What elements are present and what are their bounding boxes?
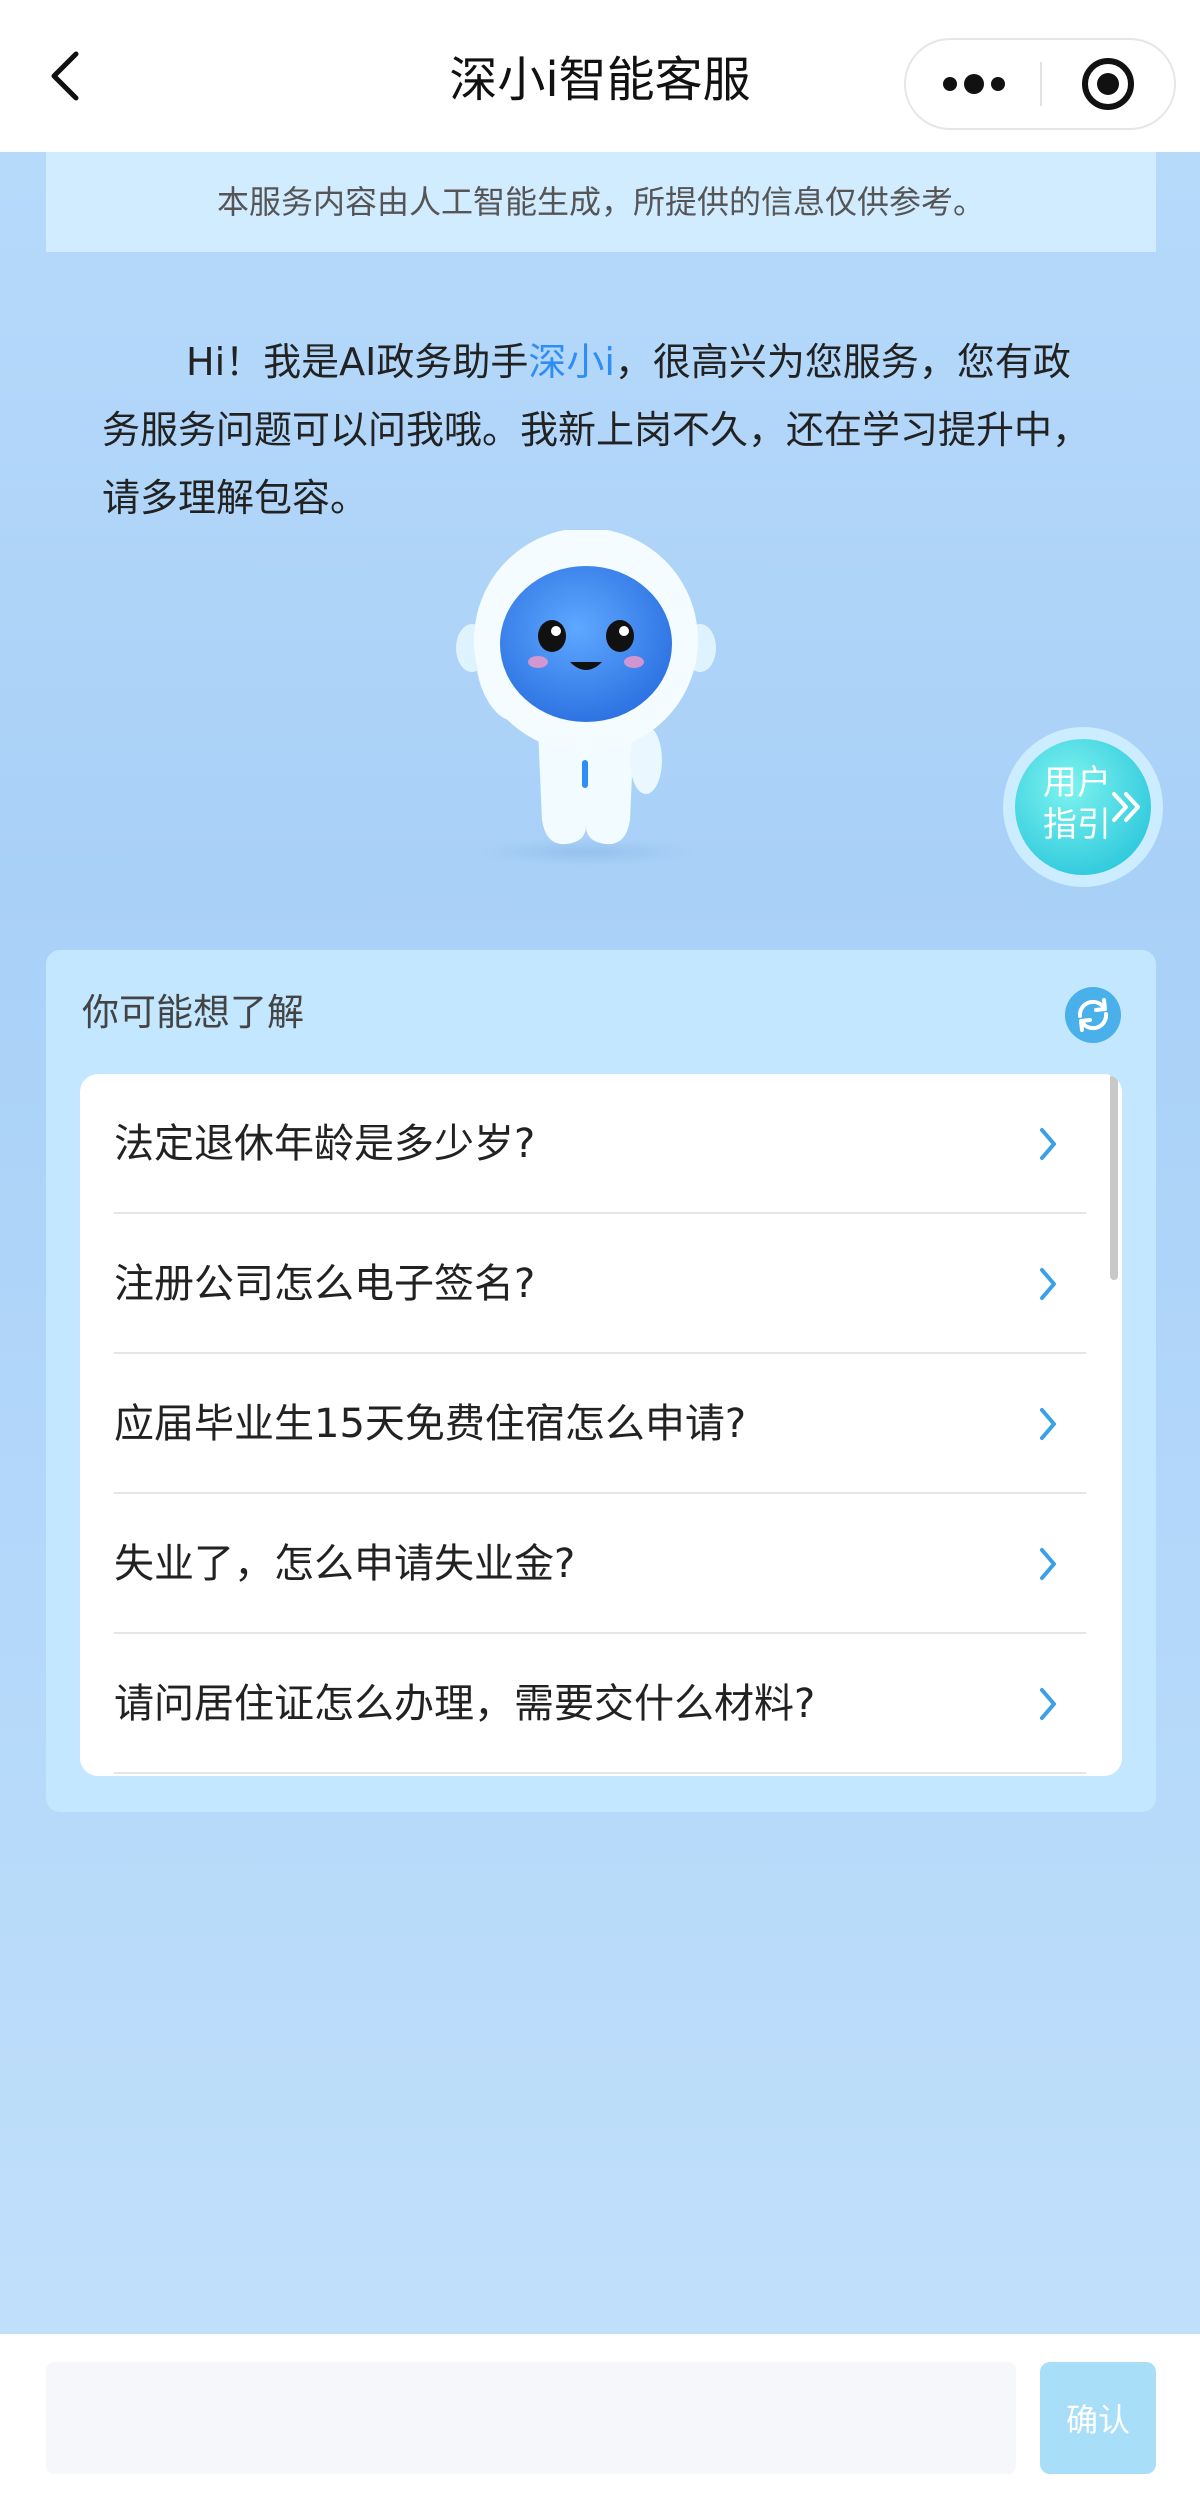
suggestion-text: 应届毕业生15天免费住宿怎么申请? [114,1401,747,1447]
suggestions-card: 你可能想了解 法定退休年龄是多少岁? 注册公司怎么电子签名? 应届毕业生15天免… [46,950,1156,1812]
suggestion-text: 法定退休年龄是多少岁? [114,1121,536,1167]
ai-disclaimer-banner: 本服务内容由人工智能生成，所提供的信息仅供参考。 [46,152,1156,252]
chevron-right-icon [1040,1688,1056,1720]
chevron-right-icon [1040,1408,1056,1440]
suggestion-list: 法定退休年龄是多少岁? 注册公司怎么电子签名? 应届毕业生15天免费住宿怎么申请… [80,1074,1122,1776]
suggestion-item[interactable]: 失业了，怎么申请失业金? [114,1494,1086,1634]
suggestion-text: 请问居住证怎么办理，需要交什么材料? [114,1681,816,1727]
user-guide-label: 用户指引 [1043,763,1111,845]
assistant-name: 深小i [528,340,615,384]
close-target-icon[interactable] [1042,40,1176,128]
more-dots-icon[interactable] [906,40,1040,128]
chevron-right-icon [1040,1128,1056,1160]
input-bar: 确认 [0,2334,1200,2502]
suggestion-text: 注册公司怎么电子签名? [114,1261,536,1307]
suggestion-item[interactable]: 法定退休年龄是多少岁? [114,1074,1086,1214]
suggestions-title: 你可能想了解 [82,991,304,1034]
question-input[interactable] [46,2362,1016,2474]
suggestion-item[interactable]: 注册公司怎么电子签名? [114,1214,1086,1354]
greeting-message: Hi！我是AI政务助手深小i，很高兴为您服务，您有政务服务问题可以问我哦。我新上… [102,328,1102,532]
robot-mascot-image [446,528,726,870]
chevron-right-icon [1040,1548,1056,1580]
greeting-text-start: Hi！我是AI政务助手 [186,340,529,384]
suggestion-item[interactable]: 请问居住证怎么办理，需要交什么材料? [114,1634,1086,1774]
suggestion-text: 失业了，怎么申请失业金? [114,1541,576,1587]
mini-program-capsule [904,38,1176,130]
chevron-right-icon [1040,1268,1056,1300]
list-divider [114,1772,1086,1774]
confirm-button[interactable]: 确认 [1040,2362,1156,2474]
top-nav-bar: 深小i智能客服 [0,0,1200,152]
refresh-icon[interactable] [1064,986,1122,1044]
suggestion-item[interactable]: 应届毕业生15天免费住宿怎么申请? [114,1354,1086,1494]
list-scrollbar[interactable] [1110,1074,1118,1280]
